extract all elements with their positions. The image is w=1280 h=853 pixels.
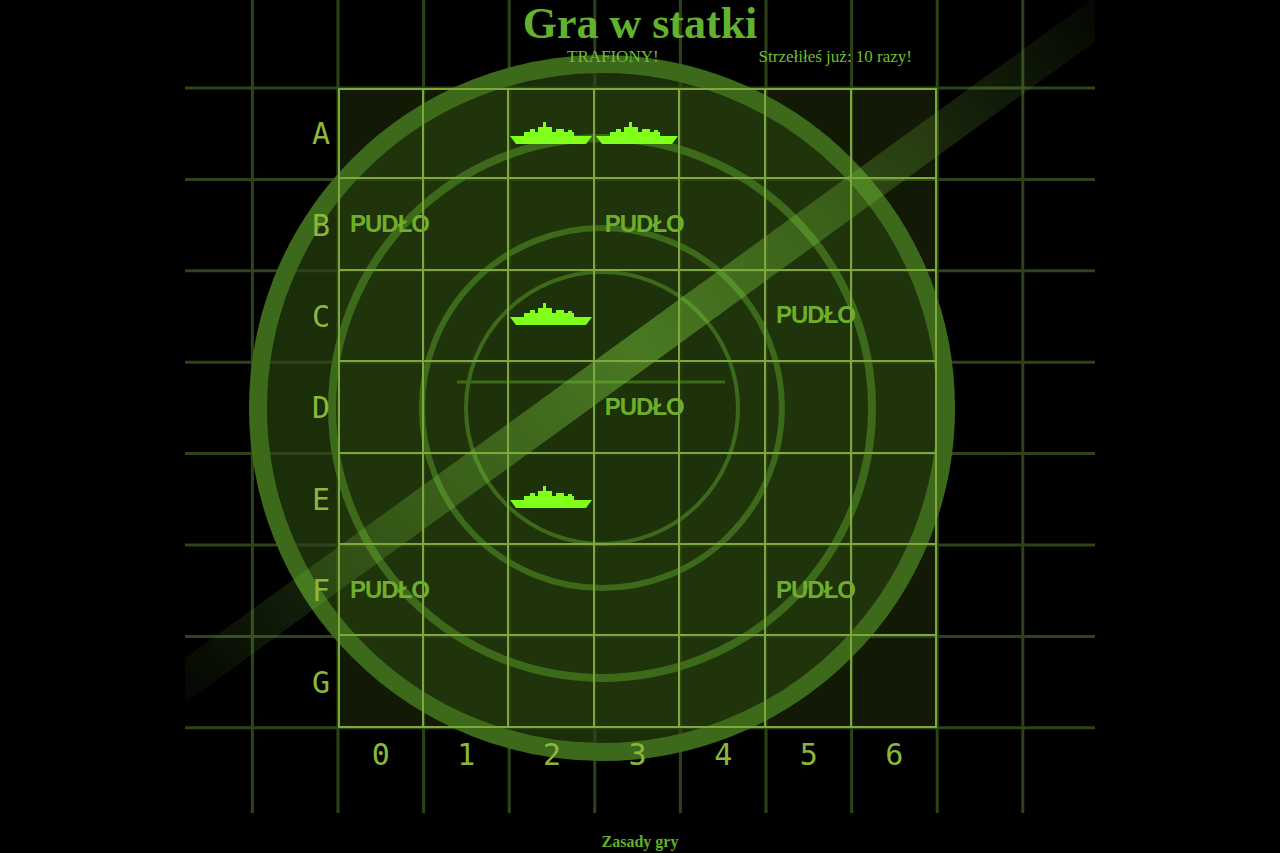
board-cell[interactable]: [766, 454, 852, 545]
board-cell[interactable]: [680, 636, 766, 727]
board-cell[interactable]: [595, 271, 681, 362]
game-title: Gra w statki: [523, 0, 758, 47]
board-cell[interactable]: [424, 636, 510, 727]
board-cell[interactable]: PUDŁO: [766, 545, 852, 636]
board-cell[interactable]: [509, 271, 595, 362]
board-cell[interactable]: [424, 545, 510, 636]
board-cell[interactable]: [338, 362, 424, 453]
board-cell[interactable]: [852, 271, 938, 362]
board-cell[interactable]: [338, 636, 424, 727]
miss-mark: PUDŁO: [605, 210, 684, 238]
game-board: ABPUDŁOPUDŁOCPUDŁODPUDŁOEFPUDŁOPUDŁOG012…: [185, 88, 1095, 788]
board-cell[interactable]: [509, 88, 595, 179]
row-label: A: [185, 88, 338, 179]
board-cell[interactable]: [680, 545, 766, 636]
column-label: 5: [766, 728, 852, 788]
board-cell[interactable]: [424, 88, 510, 179]
row-label: G: [185, 636, 338, 727]
board-cell[interactable]: PUDŁO: [338, 545, 424, 636]
rules-link[interactable]: Zasady gry: [602, 833, 679, 851]
board-cell[interactable]: [852, 88, 938, 179]
board-cell[interactable]: [595, 545, 681, 636]
board-cell[interactable]: [852, 454, 938, 545]
board-cell[interactable]: [595, 88, 681, 179]
ship-icon: [510, 303, 592, 327]
board-cell[interactable]: [338, 88, 424, 179]
board-cell[interactable]: [852, 636, 938, 727]
board-cell[interactable]: [509, 545, 595, 636]
board-cell[interactable]: [680, 271, 766, 362]
board-cell[interactable]: [680, 454, 766, 545]
board-cell[interactable]: [509, 454, 595, 545]
board-cell[interactable]: [766, 362, 852, 453]
row-label: D: [185, 362, 338, 453]
board-cell[interactable]: PUDŁO: [595, 362, 681, 453]
message-area: TRAFIONY! Strzełiłeś już: 10 razy!: [185, 47, 1095, 67]
board-cell[interactable]: [766, 179, 852, 270]
board-cell[interactable]: [509, 362, 595, 453]
board-cell[interactable]: [680, 179, 766, 270]
ship-icon: [510, 122, 592, 146]
column-label: 4: [680, 728, 766, 788]
row-label: F: [185, 545, 338, 636]
game-stage: Gra w statkiTRAFIONY! Strzełiłeś już: 10 …: [185, 0, 1095, 813]
board-cell[interactable]: [852, 179, 938, 270]
column-label: 1: [424, 728, 510, 788]
board-cell[interactable]: [680, 362, 766, 453]
board-cell[interactable]: [424, 179, 510, 270]
miss-mark: PUDŁO: [776, 301, 855, 329]
board-cell[interactable]: [424, 271, 510, 362]
header: Gra w statkiTRAFIONY! Strzełiłeś już: 10 …: [185, 0, 1095, 88]
board-cell[interactable]: PUDŁO: [595, 179, 681, 270]
column-label: 3: [595, 728, 681, 788]
board-cell[interactable]: [509, 179, 595, 270]
ship-icon: [596, 122, 678, 146]
board-cell[interactable]: [338, 271, 424, 362]
row-label: C: [185, 271, 338, 362]
column-label: 6: [852, 728, 938, 788]
miss-mark: PUDŁO: [776, 576, 855, 604]
board-cell[interactable]: [680, 88, 766, 179]
board-cell[interactable]: [852, 545, 938, 636]
board-cell[interactable]: [509, 636, 595, 727]
board-cell[interactable]: PUDŁO: [766, 271, 852, 362]
board-cell[interactable]: [595, 636, 681, 727]
miss-mark: PUDŁO: [605, 393, 684, 421]
board-cell[interactable]: [766, 636, 852, 727]
status-message: TRAFIONY!: [567, 47, 659, 67]
board-cell[interactable]: [852, 362, 938, 453]
board-cell[interactable]: PUDŁO: [338, 179, 424, 270]
row-label: E: [185, 454, 338, 545]
miss-mark: PUDŁO: [350, 210, 429, 238]
board-cell[interactable]: [424, 454, 510, 545]
board-cell[interactable]: [595, 454, 681, 545]
shots-message: Strzełiłeś już: 10 razy!: [759, 47, 912, 67]
page: Gra w statkiTRAFIONY! Strzełiłeś już: 10 …: [0, 0, 1280, 853]
ship-icon: [510, 486, 592, 510]
column-label: 2: [509, 728, 595, 788]
board-cell[interactable]: [766, 88, 852, 179]
column-label: 0: [338, 728, 424, 788]
miss-mark: PUDŁO: [350, 576, 429, 604]
board-corner: [185, 728, 338, 788]
board-cell[interactable]: [338, 454, 424, 545]
board-cell[interactable]: [424, 362, 510, 453]
row-label: B: [185, 179, 338, 270]
